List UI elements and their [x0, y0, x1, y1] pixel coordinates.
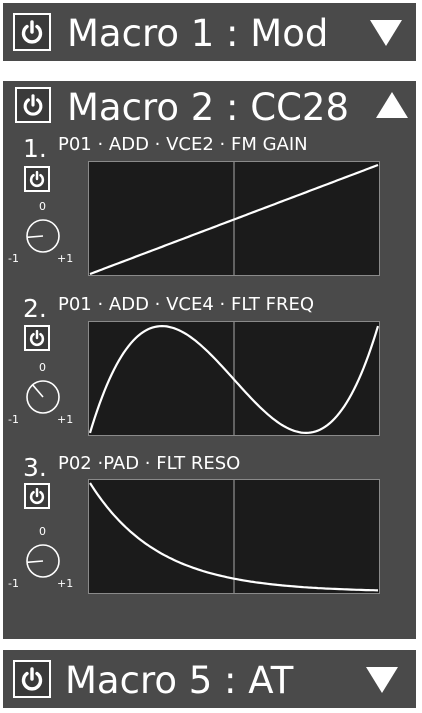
slot-1-curve-plot[interactable] — [88, 161, 380, 276]
slot-2-depth-knob[interactable] — [23, 377, 63, 417]
slot-1-knob-max-label: +1 — [57, 252, 74, 265]
slot-1-knob-min-label: -1 — [8, 252, 19, 265]
slot-2-number: 2. — [23, 294, 47, 323]
chevron-down-icon[interactable] — [365, 665, 399, 695]
power-icon — [29, 487, 45, 504]
knob-pointer — [26, 560, 44, 564]
macro-1-power-button[interactable] — [13, 13, 51, 51]
slot-2-curve — [89, 322, 379, 435]
slot-2-power-button[interactable] — [24, 325, 50, 351]
macro-1-title[interactable]: Macro 1 : Mod — [67, 15, 328, 52]
power-icon — [29, 329, 45, 346]
slot-3-label: P02 ·PAD · FLT RESO — [58, 453, 241, 474]
power-icon — [23, 94, 43, 116]
slot-3-knob-zero-label: 0 — [39, 525, 46, 538]
slot-1-depth-knob[interactable] — [23, 216, 63, 256]
macro-2-power-button[interactable] — [15, 87, 51, 123]
macro-1-panel: Macro 1 : Mod — [3, 3, 416, 61]
chevron-up-icon[interactable] — [375, 90, 409, 120]
slot-2-knob-max-label: +1 — [57, 413, 74, 426]
power-icon — [21, 20, 43, 44]
slot-1-curve — [89, 162, 379, 275]
slot-3-curve — [89, 480, 379, 593]
slot-1-power-button[interactable] — [24, 166, 50, 192]
slot-3-knob-max-label: +1 — [57, 577, 74, 590]
macro-5-power-button[interactable] — [13, 660, 51, 698]
slot-1-label: P01 · ADD · VCE2 · FM GAIN — [58, 134, 308, 155]
slot-3-curve-plot[interactable] — [88, 479, 380, 594]
slot-3-depth-knob[interactable] — [23, 541, 63, 581]
slot-3-power-button[interactable] — [24, 483, 50, 509]
power-icon — [21, 667, 43, 691]
knob-pointer — [26, 235, 44, 239]
macro-2-panel: Macro 2 : CC28 1. P01 · ADD · VCE2 · FM … — [3, 81, 416, 639]
slot-2-curve-plot[interactable] — [88, 321, 380, 436]
chevron-down-icon[interactable] — [369, 18, 403, 48]
slot-2-knob-zero-label: 0 — [39, 361, 46, 374]
slot-2-knob-min-label: -1 — [8, 413, 19, 426]
slot-1-number: 1. — [23, 134, 47, 163]
slot-1-knob-zero-label: 0 — [39, 200, 46, 213]
slot-3-number: 3. — [23, 453, 47, 482]
macro-5-title[interactable]: Macro 5 : AT — [65, 662, 293, 699]
knob-pointer — [31, 384, 44, 398]
macro-5-panel: Macro 5 : AT — [3, 650, 416, 708]
macro-2-title[interactable]: Macro 2 : CC28 — [67, 89, 349, 126]
slot-3-knob-min-label: -1 — [8, 577, 19, 590]
slot-2-label: P01 · ADD · VCE4 · FLT FREQ — [58, 294, 315, 315]
power-icon — [29, 170, 45, 187]
